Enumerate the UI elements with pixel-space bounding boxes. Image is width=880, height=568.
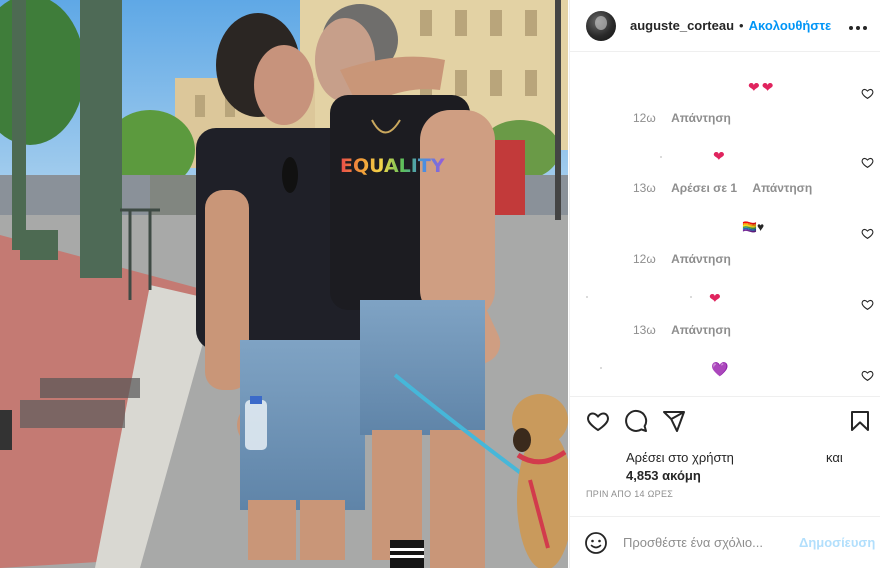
comment-like-heart-icon[interactable] (861, 87, 874, 100)
comment-time[interactable]: 13ω (633, 323, 656, 337)
comment-text: 🏳️‍🌈♥ (742, 220, 765, 234)
avatar[interactable] (586, 10, 616, 41)
reply-button[interactable]: Απάντηση (671, 323, 731, 337)
comment-item: ❤ 13ω Αρέσει σε 1 Απάντηση (570, 142, 880, 202)
reply-button[interactable]: Απάντηση (671, 111, 731, 125)
comment-item: ❤ 13ω Απάντηση (570, 284, 880, 344)
comment-like-heart-icon[interactable] (861, 227, 874, 240)
username-link[interactable]: auguste_corteau (630, 18, 734, 33)
comment-item: ❤❤ 12ω Απάντηση (570, 71, 880, 131)
likes-and: και (826, 450, 843, 465)
post-sidebar: auguste_corteau • Ακολουθήστε ❤❤ 12ω Απά… (569, 0, 880, 568)
comment-likes-count[interactable]: Αρέσει σε 1 (671, 181, 737, 195)
add-comment-bar: Δημοσίευση (570, 516, 880, 568)
comment-meta: 12ω Απάντηση (633, 252, 743, 266)
comments-list[interactable]: ❤❤ 12ω Απάντηση ❤ 13ω Αρέσει σε 1 Απάντη… (570, 53, 880, 395)
likes-summary[interactable]: Αρέσει στο χρήστη και 4,853 ακόμη (626, 449, 872, 485)
comment-meta: 13ω Αρέσει σε 1 Απάντηση (633, 181, 824, 195)
shirt-text: EQUALITY (340, 155, 445, 177)
post-actions (570, 396, 880, 446)
comment-like-heart-icon[interactable] (861, 369, 874, 382)
emoji-icon[interactable] (584, 531, 608, 555)
comment-like-heart-icon[interactable] (861, 156, 874, 169)
comment-text: ❤ (713, 148, 725, 164)
comment-text: ❤ (709, 290, 721, 306)
follow-button[interactable]: Ακολουθήστε (749, 18, 832, 33)
reply-button[interactable]: Απάντηση (752, 181, 812, 195)
reply-button[interactable]: Απάντηση (671, 252, 731, 266)
comment-text: 💜 (711, 361, 729, 377)
heart-icon[interactable] (586, 409, 610, 433)
likes-count[interactable]: 4,853 ακόμη (626, 467, 872, 485)
comment-icon[interactable] (624, 409, 648, 433)
comment-text: ❤❤ (748, 79, 776, 95)
photo-illustration: EQUALITY (0, 0, 568, 568)
share-icon[interactable] (662, 409, 686, 433)
comment-item: 💜 (570, 355, 880, 395)
bookmark-icon[interactable] (848, 409, 872, 433)
comment-time[interactable]: 13ω (633, 181, 656, 195)
comment-meta: 13ω Απάντηση (633, 323, 743, 337)
post-comment-button[interactable]: Δημοσίευση (799, 535, 875, 550)
more-icon[interactable] (848, 20, 868, 31)
comment-item: 🏳️‍🌈♥ 12ω Απάντηση (570, 213, 880, 273)
comment-time[interactable]: 12ω (633, 111, 656, 125)
likes-prefix: Αρέσει στο χρήστη (626, 450, 734, 465)
comment-meta: 12ω Απάντηση (633, 111, 743, 125)
separator-dot: • (739, 18, 744, 33)
comment-like-heart-icon[interactable] (861, 298, 874, 311)
post-header: auguste_corteau • Ακολουθήστε (570, 0, 880, 52)
post-photo[interactable]: EQUALITY (0, 0, 568, 568)
post-timestamp[interactable]: ΠΡΙΝ ΑΠΟ 14 ΩΡΕΣ (586, 489, 673, 499)
comment-time[interactable]: 12ω (633, 252, 656, 266)
comment-input[interactable] (623, 535, 799, 550)
